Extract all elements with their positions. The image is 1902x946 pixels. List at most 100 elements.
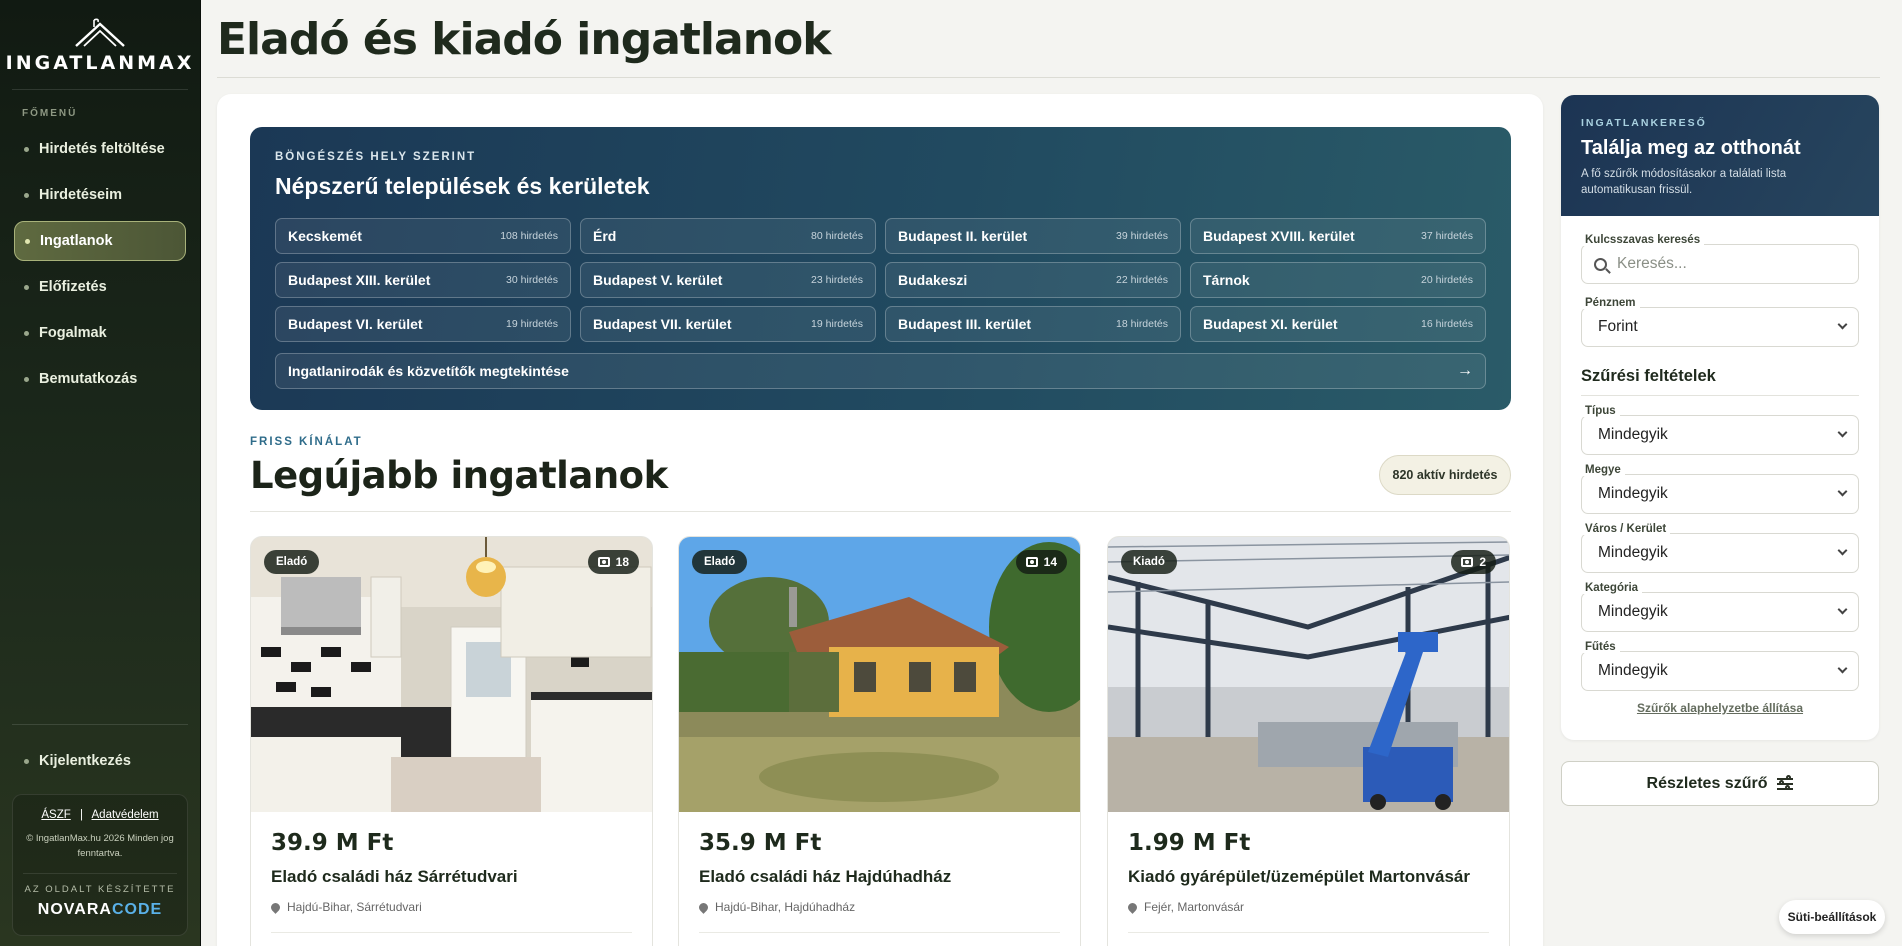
nav-item-properties[interactable]: Ingatlanok — [14, 221, 186, 261]
cookie-settings-button[interactable]: Süti-beállítások — [1779, 900, 1885, 934]
nav-item-glossary[interactable]: Fogalmak — [14, 313, 186, 353]
heating-select[interactable]: Mindegyik — [1581, 651, 1859, 691]
photo-count-badge: 2 — [1451, 550, 1496, 574]
novaracode-logo[interactable]: NOVARACODE — [13, 901, 187, 919]
chevron-down-icon — [1837, 604, 1848, 615]
location-name: Budapest II. kerület — [898, 228, 1028, 244]
listing-location: Hajdú-Bihar, Sárrétudvari — [269, 900, 422, 914]
category-select[interactable]: Mindegyik — [1581, 592, 1859, 632]
nav-item-upload-listing[interactable]: Hirdetés feltöltése — [14, 129, 186, 169]
nav-label: Hirdetéseim — [39, 187, 123, 203]
location-count: 80 hirdetés — [811, 230, 863, 242]
chevron-down-icon — [1837, 545, 1848, 556]
bullet-icon — [24, 146, 29, 152]
privacy-link[interactable]: Adatvédelem — [92, 809, 159, 821]
location-name: Budapest V. kerület — [593, 272, 723, 288]
search-input[interactable] — [1617, 255, 1837, 273]
county-select[interactable]: Mindegyik — [1581, 474, 1859, 514]
location-text: Hajdú-Bihar, Hajdúhadház — [715, 900, 856, 914]
sidebar-divider — [12, 724, 188, 725]
currency-select[interactable]: Forint — [1581, 307, 1859, 347]
keyword-label: Kulcsszavas keresés — [1581, 234, 1705, 246]
latest-kicker: FRISS KÍNÁLAT — [250, 436, 363, 448]
chevron-down-icon — [1837, 427, 1848, 438]
listing-card[interactable]: Kiadó 2 1.99 M Ft Kiadó gyárépület/üzemé… — [1107, 536, 1510, 946]
nav-label: Fogalmak — [39, 325, 107, 341]
house-photo-image — [679, 537, 1080, 812]
location-chip[interactable]: Budakeszi 22 hirdetés — [885, 262, 1181, 298]
location-chip[interactable]: Budapest VI. kerület 19 hirdetés — [275, 306, 571, 342]
location-count: 19 hirdetés — [811, 318, 863, 330]
photo-count: 18 — [615, 555, 629, 569]
listing-type-badge: Eladó — [264, 550, 320, 574]
nav-item-subscription[interactable]: Előfizetés — [14, 267, 186, 307]
location-chip[interactable]: Budapest III. kerület 18 hirdetés — [885, 306, 1181, 342]
listing-title: Kiadó gyárépület/üzemépület Martonvásár — [1128, 867, 1470, 886]
location-chip[interactable]: Budapest XVIII. kerület 37 hirdetés — [1190, 218, 1486, 254]
detailed-filter-label: Részletes szűrő — [1646, 774, 1768, 792]
location-chip[interactable]: Budapest XIII. kerület 30 hirdetés — [275, 262, 571, 298]
bullet-icon — [24, 284, 29, 290]
location-count: 30 hirdetés — [506, 274, 558, 286]
county-label: Megye — [1581, 464, 1625, 476]
location-name: Tárnok — [1203, 272, 1250, 288]
logo[interactable]: INGATLANMAX — [6, 0, 191, 90]
currency-label: Pénznem — [1581, 297, 1640, 309]
type-select[interactable]: Mindegyik — [1581, 415, 1859, 455]
latest-divider — [250, 511, 1511, 512]
keyword-search-field[interactable] — [1581, 244, 1859, 284]
category-value: Mindegyik — [1598, 603, 1668, 620]
location-name: Budapest XIII. kerület — [288, 272, 431, 288]
bullet-icon — [24, 758, 29, 764]
location-chip[interactable]: Budapest VII. kerület 19 hirdetés — [580, 306, 876, 342]
agencies-label: Ingatlanirodák és közvetítők megtekintés… — [288, 363, 569, 379]
browse-title: Népszerű települések és kerületek — [275, 173, 650, 199]
menu-section-label: FŐMENÜ — [22, 108, 78, 119]
location-name: Budapest VII. kerület — [593, 316, 732, 332]
sidebar-footer: ÁSZF | Adatvédelem © IngatlanMax.hu 2026… — [12, 794, 188, 936]
logout-section: Kijelentkezés — [0, 735, 200, 787]
location-pin-icon — [269, 900, 282, 914]
listing-divider — [1128, 932, 1489, 933]
camera-icon — [1461, 557, 1474, 567]
location-count: 20 hirdetés — [1421, 274, 1473, 286]
logo-text: INGATLANMAX — [5, 51, 195, 74]
location-name: Budapest VI. kerület — [288, 316, 423, 332]
location-chip[interactable]: Budapest XI. kerület 16 hirdetés — [1190, 306, 1486, 342]
aszf-link[interactable]: ÁSZF — [41, 809, 70, 821]
search-subtitle: A fő szűrők módosításakor a találati lis… — [1581, 168, 1787, 196]
location-chip[interactable]: Kecskemét 108 hirdetés — [275, 218, 571, 254]
nav-item-about[interactable]: Bemutatkozás — [14, 359, 186, 399]
location-chip[interactable]: Budapest V. kerület 23 hirdetés — [580, 262, 876, 298]
location-text: Hajdú-Bihar, Sárrétudvari — [287, 900, 422, 914]
brand-part-code: CODE — [111, 901, 163, 918]
listing-divider — [271, 932, 632, 933]
listing-card[interactable]: Eladó 14 35.9 M Ft Eladó családi ház Haj… — [678, 536, 1081, 946]
location-chip[interactable]: Budapest II. kerület 39 hirdetés — [885, 218, 1181, 254]
location-chip[interactable]: Érd 80 hirdetés — [580, 218, 876, 254]
reset-filters-link[interactable]: Szűrők alaphelyzetbe állítása — [1561, 701, 1879, 715]
sliders-icon — [1777, 775, 1794, 790]
location-grid: Kecskemét 108 hirdetés Érd 80 hirdetés Bud… — [275, 218, 1486, 342]
nav-label: Előfizetés — [39, 279, 107, 295]
city-district-select[interactable]: Mindegyik — [1581, 533, 1859, 573]
agencies-link[interactable]: Ingatlanirodák és közvetítők megtekintés… — [275, 353, 1486, 389]
logout-button[interactable]: Kijelentkezés — [14, 741, 186, 781]
location-count: 23 hirdetés — [811, 274, 863, 286]
location-count: 16 hirdetés — [1421, 318, 1473, 330]
location-name: Budapest III. kerület — [898, 316, 1032, 332]
location-chip[interactable]: Tárnok 20 hirdetés — [1190, 262, 1486, 298]
location-text: Fejér, Martonvásár — [1144, 900, 1245, 914]
nav-item-my-listings[interactable]: Hirdetéseim — [14, 175, 186, 215]
listing-card[interactable]: Eladó 18 39.9 M Ft Eladó családi ház Sár… — [250, 536, 653, 946]
search-header: INGATLANKERESŐ Találja meg az otthonát A… — [1561, 95, 1879, 216]
listing-photo: Eladó 14 — [679, 537, 1080, 812]
search-icon — [1594, 257, 1607, 271]
listing-location: Hajdú-Bihar, Hajdúhadház — [697, 900, 856, 914]
nav-label: Bemutatkozás — [39, 371, 138, 387]
kitchen-photo-image — [251, 537, 652, 812]
county-value: Mindegyik — [1598, 485, 1668, 502]
property-search-panel: INGATLANKERESŐ Találja meg az otthonát A… — [1561, 95, 1879, 740]
location-name: Érd — [593, 228, 617, 244]
detailed-filter-button[interactable]: Részletes szűrő — [1561, 761, 1879, 806]
